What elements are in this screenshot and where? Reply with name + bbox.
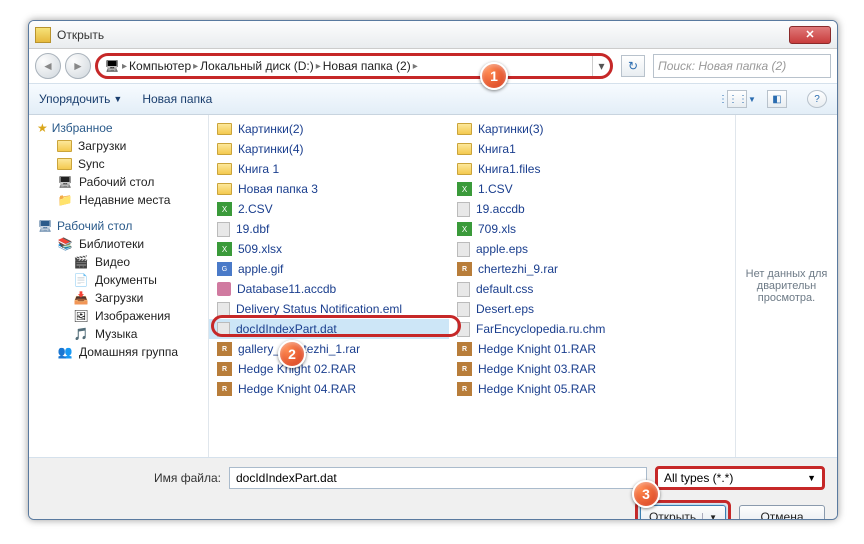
sidebar-libraries[interactable]: 📚Библиотеки bbox=[29, 235, 208, 253]
file-item[interactable]: RHedge Knight 03.RAR bbox=[449, 359, 689, 379]
annotation-badge-3: 3 bbox=[632, 480, 660, 508]
file-item[interactable]: Книга1 bbox=[449, 139, 689, 159]
forward-button[interactable]: ► bbox=[65, 53, 91, 79]
navigation-row: ◄ ► 🖥 ▸Компьютер ▸Локальный диск (D:) ▸Н… bbox=[29, 49, 837, 83]
file-item[interactable]: RHedge Knight 04.RAR bbox=[209, 379, 449, 399]
library-icon: 📚 bbox=[57, 237, 73, 251]
preview-pane: Нет данных для дварительн просмотра. bbox=[735, 115, 837, 457]
sidebar-downloads[interactable]: Загрузки bbox=[29, 137, 208, 155]
favorites-header[interactable]: ★Избранное bbox=[29, 119, 208, 137]
crumb-2[interactable]: Новая папка (2) bbox=[323, 59, 411, 73]
help-button[interactable]: ? bbox=[807, 90, 827, 108]
search-input[interactable]: Поиск: Новая папка (2) bbox=[653, 54, 831, 78]
sidebar-pictures[interactable]: 🖼Изображения bbox=[29, 307, 208, 325]
address-bar-highlight: 🖥 ▸Компьютер ▸Локальный диск (D:) ▸Новая… bbox=[95, 53, 613, 79]
close-button[interactable]: ✕ bbox=[789, 26, 831, 44]
file-item[interactable]: Gapple.gif bbox=[209, 259, 449, 279]
organize-button[interactable]: Упорядочить ▼ bbox=[39, 92, 122, 106]
file-item[interactable]: Desert.eps bbox=[449, 299, 689, 319]
file-item[interactable]: X709.xls bbox=[449, 219, 689, 239]
file-item[interactable]: FarEncyclopedia.ru.chm bbox=[449, 319, 689, 339]
filetype-select[interactable]: All types (*.*)▼ bbox=[655, 466, 825, 490]
crumb-1[interactable]: Локальный диск (D:) bbox=[200, 59, 314, 73]
file-item[interactable]: 19.dbf bbox=[209, 219, 449, 239]
file-item[interactable]: Картинки(3) bbox=[449, 119, 689, 139]
refresh-button[interactable]: ↻ bbox=[621, 55, 645, 77]
desktop-header[interactable]: 🖥Рабочий стол bbox=[29, 217, 208, 235]
file-item[interactable]: Rchertezhi_9.rar bbox=[449, 259, 689, 279]
file-item[interactable]: Rgallery_chertezhi_1.rar bbox=[209, 339, 449, 359]
file-item[interactable]: X2.CSV bbox=[209, 199, 449, 219]
file-item[interactable]: X1.CSV bbox=[449, 179, 689, 199]
filename-label: Имя файла: bbox=[41, 471, 221, 485]
file-list[interactable]: Картинки(2)Картинки(4)Книга 1Новая папка… bbox=[209, 115, 735, 457]
file-item[interactable]: Книга1.files bbox=[449, 159, 689, 179]
crumb-0[interactable]: Компьютер bbox=[129, 59, 191, 73]
sidebar-downloads2[interactable]: 📥Загрузки bbox=[29, 289, 208, 307]
bottom-panel: Имя файла: All types (*.*)▼ Открыть ▼ От… bbox=[29, 457, 837, 520]
computer-icon: 🖥 bbox=[104, 59, 120, 73]
file-item[interactable]: Database11.accdb bbox=[209, 279, 449, 299]
file-item[interactable]: Картинки(4) bbox=[209, 139, 449, 159]
toolbar: Упорядочить ▼ Новая папка ⋮⋮⋮ ▼ ◧ ? bbox=[29, 83, 837, 115]
file-item[interactable]: docIdIndexPart.dat bbox=[209, 319, 449, 339]
back-button[interactable]: ◄ bbox=[35, 53, 61, 79]
sidebar: ★Избранное Загрузки Sync 🖥Рабочий стол 📁… bbox=[29, 115, 209, 457]
dialog-body: ★Избранное Загрузки Sync 🖥Рабочий стол 📁… bbox=[29, 115, 837, 457]
file-item[interactable]: X509.xlsx bbox=[209, 239, 449, 259]
open-button[interactable]: Открыть ▼ bbox=[640, 505, 726, 520]
file-item[interactable]: default.css bbox=[449, 279, 689, 299]
annotation-badge-2: 2 bbox=[278, 340, 306, 368]
filename-input[interactable] bbox=[229, 467, 647, 489]
file-item[interactable]: RHedge Knight 05.RAR bbox=[449, 379, 689, 399]
file-item[interactable]: Delivery Status Notification.eml bbox=[209, 299, 449, 319]
file-item[interactable]: Картинки(2) bbox=[209, 119, 449, 139]
app-icon bbox=[35, 27, 51, 43]
homegroup-icon: 👥 bbox=[57, 345, 73, 359]
file-item[interactable]: RHedge Knight 01.RAR bbox=[449, 339, 689, 359]
desktop-icon: 🖥 bbox=[37, 219, 53, 233]
recent-icon: 📁 bbox=[57, 193, 73, 207]
sidebar-music[interactable]: 🎵Музыка bbox=[29, 325, 208, 343]
sidebar-video[interactable]: 🎬Видео bbox=[29, 253, 208, 271]
sidebar-sync[interactable]: Sync bbox=[29, 155, 208, 173]
file-item[interactable]: Книга 1 bbox=[209, 159, 449, 179]
sidebar-homegroup[interactable]: 👥Домашняя группа bbox=[29, 343, 208, 361]
sidebar-desktop[interactable]: 🖥Рабочий стол bbox=[29, 173, 208, 191]
address-dropdown[interactable]: ▾ bbox=[592, 56, 610, 76]
address-bar[interactable]: 🖥 ▸Компьютер ▸Локальный диск (D:) ▸Новая… bbox=[98, 59, 592, 73]
star-icon: ★ bbox=[37, 121, 48, 135]
titlebar: Открыть ✕ bbox=[29, 21, 837, 49]
file-item[interactable]: apple.eps bbox=[449, 239, 689, 259]
open-file-dialog: Открыть ✕ ◄ ► 🖥 ▸Компьютер ▸Локальный ди… bbox=[28, 20, 838, 520]
new-folder-button[interactable]: Новая папка bbox=[142, 92, 212, 106]
file-item[interactable]: 19.accdb bbox=[449, 199, 689, 219]
preview-pane-button[interactable]: ◧ bbox=[767, 90, 787, 108]
sidebar-documents[interactable]: 📄Документы bbox=[29, 271, 208, 289]
file-item[interactable]: RHedge Knight 02.RAR bbox=[209, 359, 449, 379]
annotation-badge-1: 1 bbox=[480, 62, 508, 90]
cancel-button[interactable]: Отмена bbox=[739, 505, 825, 520]
view-options-button[interactable]: ⋮⋮⋮ ▼ bbox=[727, 90, 747, 108]
sidebar-recent[interactable]: 📁Недавние места bbox=[29, 191, 208, 209]
window-title: Открыть bbox=[57, 28, 789, 42]
file-item[interactable]: Новая папка 3 bbox=[209, 179, 449, 199]
desktop-icon: 🖥 bbox=[57, 175, 73, 189]
